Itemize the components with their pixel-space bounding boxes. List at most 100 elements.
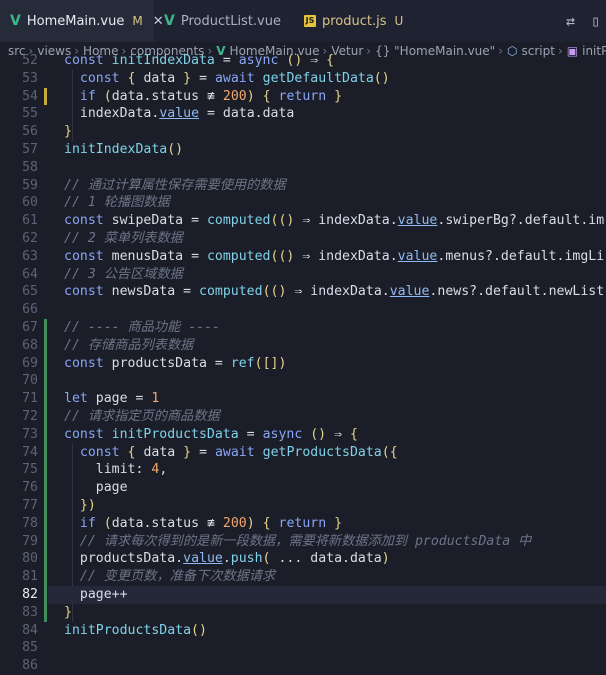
code-line[interactable]: 61 const swipeData = computed(() ⇒ indexD…	[0, 212, 606, 230]
line-number: 68	[22, 337, 38, 353]
code-text[interactable]: const initProductsData = async () ⇒ {	[64, 426, 358, 444]
line-number: 83	[22, 604, 38, 620]
code-text[interactable]: // 存储商品列表数据	[64, 337, 193, 355]
tab-label: ProductList.vue	[180, 13, 281, 29]
code-text[interactable]: page++	[64, 586, 128, 604]
code-line[interactable]: 71 let page = 1	[0, 390, 606, 408]
line-number: 67	[22, 320, 38, 335]
code-line[interactable]: 57 initIndexData()	[0, 141, 606, 159]
split-editor-icon[interactable]: ▯	[591, 12, 600, 30]
line-number: 81	[22, 569, 38, 585]
code-line[interactable]: 58	[0, 159, 606, 177]
line-number: 61	[22, 213, 38, 229]
line-number: 65	[22, 284, 38, 300]
code-line[interactable]: 67 // ---- 商品功能 ----	[0, 319, 606, 337]
code-line[interactable]: 73 const initProductsData = async () ⇒ {	[0, 426, 606, 444]
code-line[interactable]: 65 const newsData = computed(() ⇒ indexDa…	[0, 283, 606, 301]
code-line[interactable]: 72 // 请求指定页的商品数据	[0, 408, 606, 426]
code-text[interactable]: const swipeData = computed(() ⇒ indexDat…	[64, 212, 604, 230]
code-line[interactable]: 70	[0, 372, 606, 390]
code-line[interactable]: 53 const { data } = await getDefaultData…	[0, 70, 606, 88]
line-number: 59	[22, 177, 38, 193]
code-line[interactable]: 56}	[0, 123, 606, 141]
code-text[interactable]: limit: 4,	[64, 461, 168, 479]
line-number: 73	[22, 426, 38, 442]
code-line[interactable]: 78 if (data.status ≢ 200) { return }	[0, 515, 606, 533]
code-line[interactable]: 55 indexData.value = data.data	[0, 105, 606, 123]
code-line[interactable]: 60 // 1 轮播图数据	[0, 194, 606, 212]
line-number: 57	[22, 142, 38, 157]
line-number: 74	[22, 444, 38, 460]
vue-file-icon: V	[164, 13, 175, 29]
code-text[interactable]: // 变更页数，准备下次数据请求	[64, 568, 275, 586]
untracked-badge: U	[394, 14, 404, 28]
code-text[interactable]: // 通过计算属性保存需要使用的数据	[64, 177, 286, 195]
code-text[interactable]: // 3 公告区域数据	[64, 266, 183, 284]
code-text[interactable]: // 请求指定页的商品数据	[64, 408, 220, 426]
line-number: 80	[22, 551, 38, 567]
line-number: 85	[22, 640, 38, 656]
code-text[interactable]: })	[64, 497, 96, 515]
line-number: 71	[22, 391, 38, 407]
code-line[interactable]: 85	[0, 639, 606, 657]
code-line[interactable]: 52 const initIndexData = async () ⇒ {	[0, 52, 606, 70]
code-line[interactable]: 80 productsData.value.push( ... data.dat…	[0, 550, 606, 568]
code-line[interactable]: 77 })	[0, 497, 606, 515]
code-text[interactable]: const { data } = await getDefaultData()	[64, 70, 390, 88]
line-number: 86	[22, 658, 38, 674]
code-line[interactable]: 75 limit: 4,	[0, 461, 606, 479]
tab-homemain-vue[interactable]: V HomeMain.vue M ✕	[0, 0, 164, 42]
code-text[interactable]: indexData.value = data.data	[64, 105, 294, 123]
code-text[interactable]: initProductsData()	[64, 622, 207, 640]
line-number: 84	[22, 622, 38, 638]
tab-product-js[interactable]: JS product.js U	[296, 0, 416, 42]
line-number: 75	[22, 462, 38, 478]
line-number: 69	[22, 355, 38, 371]
code-line[interactable]: 82 page++	[0, 586, 606, 604]
line-number: 76	[22, 480, 38, 496]
code-text[interactable]: // ---- 商品功能 ----	[64, 319, 220, 337]
code-line[interactable]: 59 // 通过计算属性保存需要使用的数据	[0, 177, 606, 195]
code-text[interactable]: if (data.status ≢ 200) { return }	[64, 88, 342, 106]
tab-productlist-vue[interactable]: V ProductList.vue	[156, 0, 292, 42]
code-text[interactable]: let page = 1	[64, 390, 159, 408]
tab-actions: ⇄ ▯	[566, 0, 606, 42]
code-text[interactable]: const { data } = await getProductsData({	[64, 444, 398, 462]
code-text[interactable]: const newsData = computed(() ⇒ indexData…	[64, 283, 604, 301]
line-number: 54	[22, 88, 38, 104]
code-text[interactable]: const initIndexData = async () ⇒ {	[64, 52, 334, 70]
code-text[interactable]: page	[64, 479, 128, 497]
line-number: 56	[22, 124, 38, 140]
code-line[interactable]: 66	[0, 301, 606, 319]
code-line[interactable]: 69 const productsData = ref([])	[0, 355, 606, 373]
code-line[interactable]: 54 if (data.status ≢ 200) { return }	[0, 88, 606, 106]
line-number: 55	[22, 106, 38, 122]
code-text[interactable]: const productsData = ref([])	[64, 355, 286, 373]
code-line[interactable]: 81 // 变更页数，准备下次数据请求	[0, 568, 606, 586]
code-editor[interactable]: 52 const initIndexData = async () ⇒ {53 c…	[0, 53, 606, 675]
code-line[interactable]: 64 // 3 公告区域数据	[0, 266, 606, 284]
line-number: 62	[22, 231, 38, 246]
code-line[interactable]: 63 const menusData = computed(() ⇒ indexD…	[0, 248, 606, 266]
compare-changes-icon[interactable]: ⇄	[566, 12, 575, 30]
code-line[interactable]: 68 // 存储商品列表数据	[0, 337, 606, 355]
line-number: 77	[22, 498, 38, 513]
code-text[interactable]: initIndexData()	[64, 141, 183, 159]
code-text[interactable]: }	[64, 123, 72, 141]
code-text[interactable]: productsData.value.push( ... data.data)	[64, 550, 390, 568]
code-text[interactable]: // 2 菜单列表数据	[64, 230, 183, 248]
code-line[interactable]: 76 page	[0, 479, 606, 497]
editor-tab-bar: V HomeMain.vue M ✕ V ProductList.vue JS …	[0, 0, 606, 42]
code-line[interactable]: 79 // 请求每次得到的是新一段数据，需要将新数据添加到 productsDa…	[0, 533, 606, 551]
code-text[interactable]: if (data.status ≢ 200) { return }	[64, 515, 342, 533]
line-number: 52	[22, 53, 38, 68]
code-line[interactable]: 84 initProductsData()	[0, 622, 606, 640]
code-text[interactable]: const menusData = computed(() ⇒ indexDat…	[64, 248, 604, 266]
code-text[interactable]: // 请求每次得到的是新一段数据，需要将新数据添加到 productsData …	[64, 533, 531, 551]
code-line[interactable]: 74 const { data } = await getProductsDat…	[0, 444, 606, 462]
code-line[interactable]: 83}	[0, 604, 606, 622]
code-line[interactable]: 62 // 2 菜单列表数据	[0, 230, 606, 248]
code-text[interactable]: }	[64, 604, 72, 622]
code-line[interactable]: 86	[0, 657, 606, 675]
code-text[interactable]: // 1 轮播图数据	[64, 194, 170, 212]
